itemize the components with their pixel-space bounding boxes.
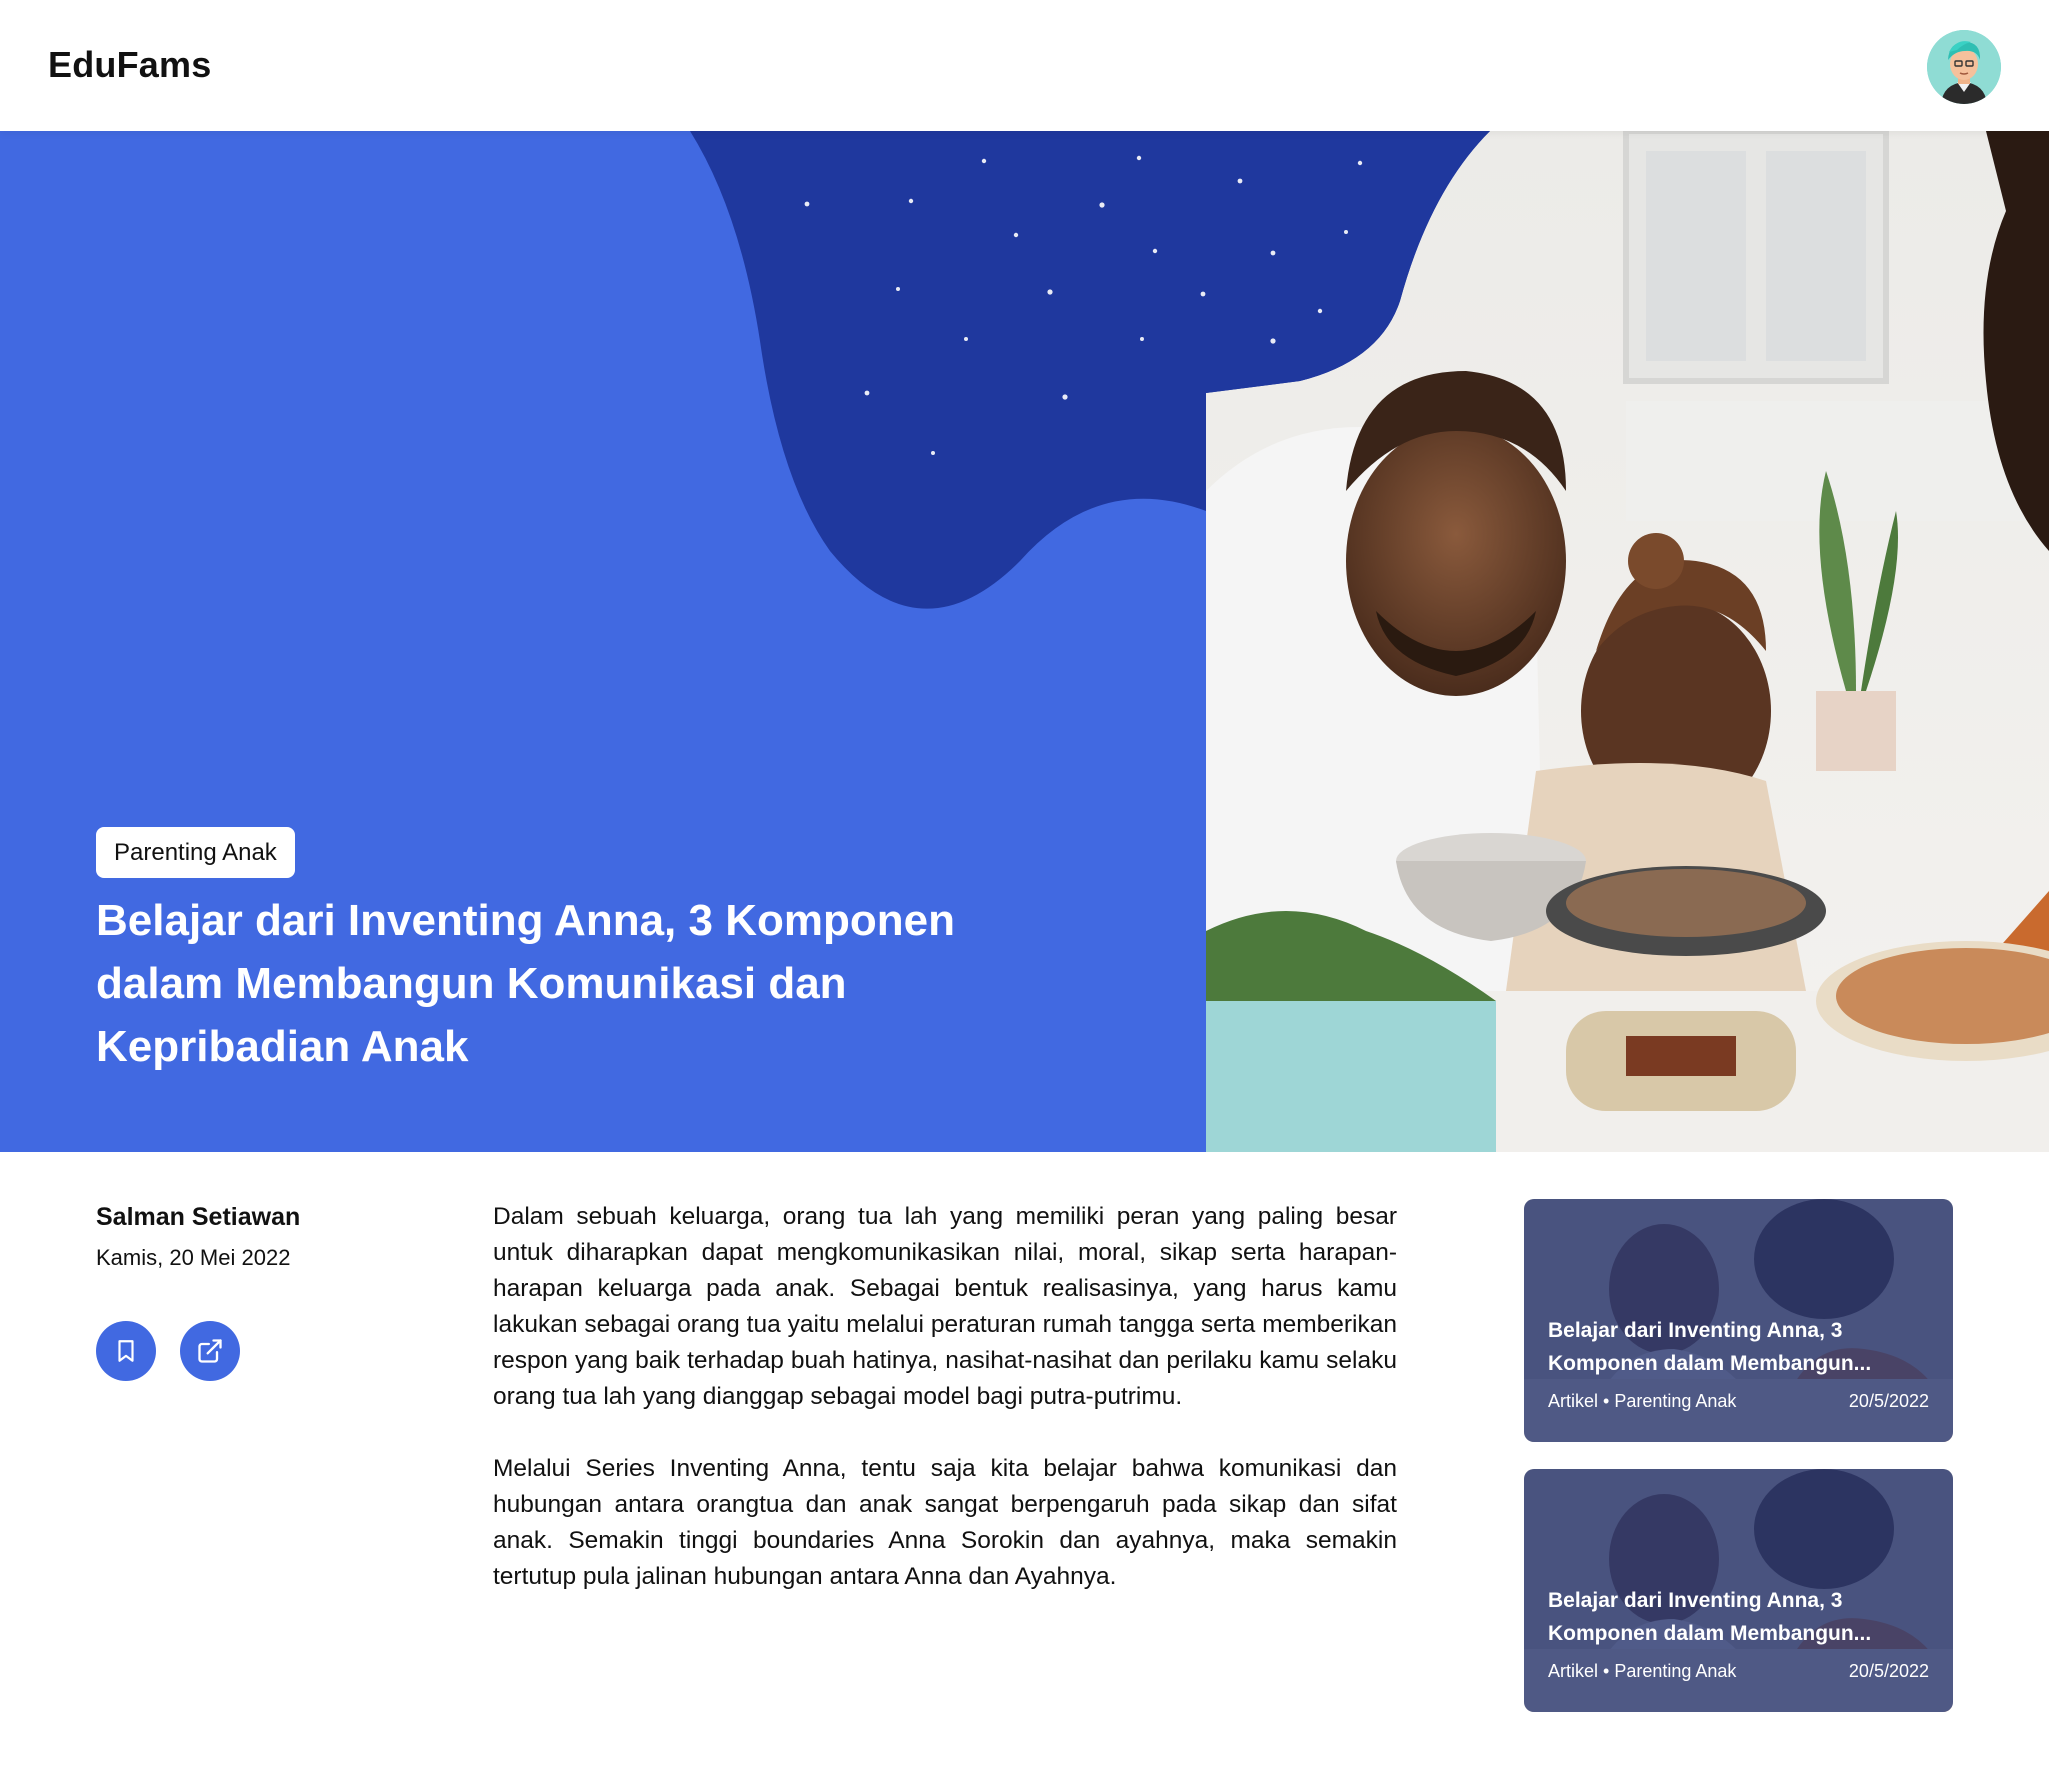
share-icon [198,1339,222,1363]
category-chip[interactable]: Parenting Anak [96,827,295,878]
card-meta: Artikel • Parenting Anak [1548,1391,1737,1411]
article-paragraph: Melalui Series Inventing Anna, tentu saj… [493,1455,1397,1590]
brand-logo[interactable]: EduFams [48,44,211,86]
share-button[interactable] [180,1321,240,1381]
card-title: Belajar dari Inventing Anna, 3 Komponen … [1548,1319,1872,1375]
publish-date: Kamis, 20 Mei 2022 [96,1245,291,1270]
article-title: Belajar dari Inventing Anna, 3 Komponen … [96,896,955,1071]
card-date: 20/5/2022 [1848,1391,1929,1411]
bookmark-icon [118,1340,134,1362]
article-body: Dalam sebuah keluarga, orang tua lah yan… [493,1199,1397,1631]
card-meta: Artikel • Parenting Anak [1548,1661,1737,1681]
article-paragraph: Dalam sebuah keluarga, orang tua lah yan… [493,1203,1397,1410]
hero-banner: Parenting Anak Belajar dari Inventing An… [0,131,2049,1152]
author-name[interactable]: Salman Setiawan [96,1203,300,1232]
top-navbar: EduFams [0,0,2049,131]
related-article-card[interactable]: Belajar dari Inventing Anna, 3 Komponen … [1524,1199,1953,1442]
card-date: 20/5/2022 [1848,1661,1929,1681]
user-avatar-icon[interactable] [1927,30,2001,104]
bookmark-button[interactable] [96,1321,156,1381]
card-title: Belajar dari Inventing Anna, 3 Komponen … [1548,1589,1872,1645]
related-article-card[interactable]: Belajar dari Inventing Anna, 3 Komponen … [1524,1469,1953,1712]
